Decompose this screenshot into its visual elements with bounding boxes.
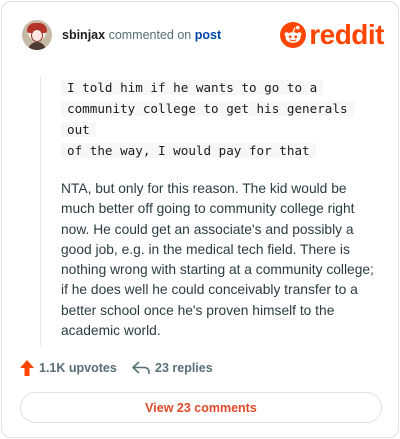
post-link[interactable]: post <box>195 28 221 42</box>
view-comments-button[interactable]: View 23 comments <box>20 392 382 423</box>
reddit-logo[interactable]: reddit <box>280 20 384 50</box>
reply-count: 23 replies <box>155 361 213 375</box>
reddit-logo-icon <box>280 22 307 48</box>
avatar-body <box>28 42 46 50</box>
comment-header: sbinjax commented on post reddit <box>22 20 384 54</box>
quote-block: I told him if he wants to go to a commun… <box>61 77 381 161</box>
comment-card: sbinjax commented on post reddit I told … <box>1 1 399 438</box>
comment-content: I told him if he wants to go to a commun… <box>40 76 380 346</box>
upvote-count: 1.1K upvotes <box>39 361 117 375</box>
comment-body: NTA, but only for this reason. The kid w… <box>61 181 374 339</box>
action-text: commented on <box>108 28 192 42</box>
username[interactable]: sbinjax <box>62 28 105 42</box>
avatar-face <box>31 29 43 42</box>
reply-arrow-icon <box>132 361 150 374</box>
comment-actions: 1.1K upvotes 23 replies <box>20 358 382 378</box>
upvote-arrow-icon <box>20 360 34 376</box>
upvote-button[interactable]: 1.1K upvotes <box>20 358 117 378</box>
quote-line: community college to get his generals ou… <box>61 101 354 137</box>
comment-meta: sbinjax commented on post <box>62 28 221 42</box>
quote-line: I told him if he wants to go to a <box>61 80 324 95</box>
brand-wordmark: reddit <box>309 19 384 50</box>
avatar[interactable] <box>22 20 52 50</box>
reply-button[interactable]: 23 replies <box>132 358 213 378</box>
quote-line: of the way, I would pay for that <box>61 143 316 158</box>
